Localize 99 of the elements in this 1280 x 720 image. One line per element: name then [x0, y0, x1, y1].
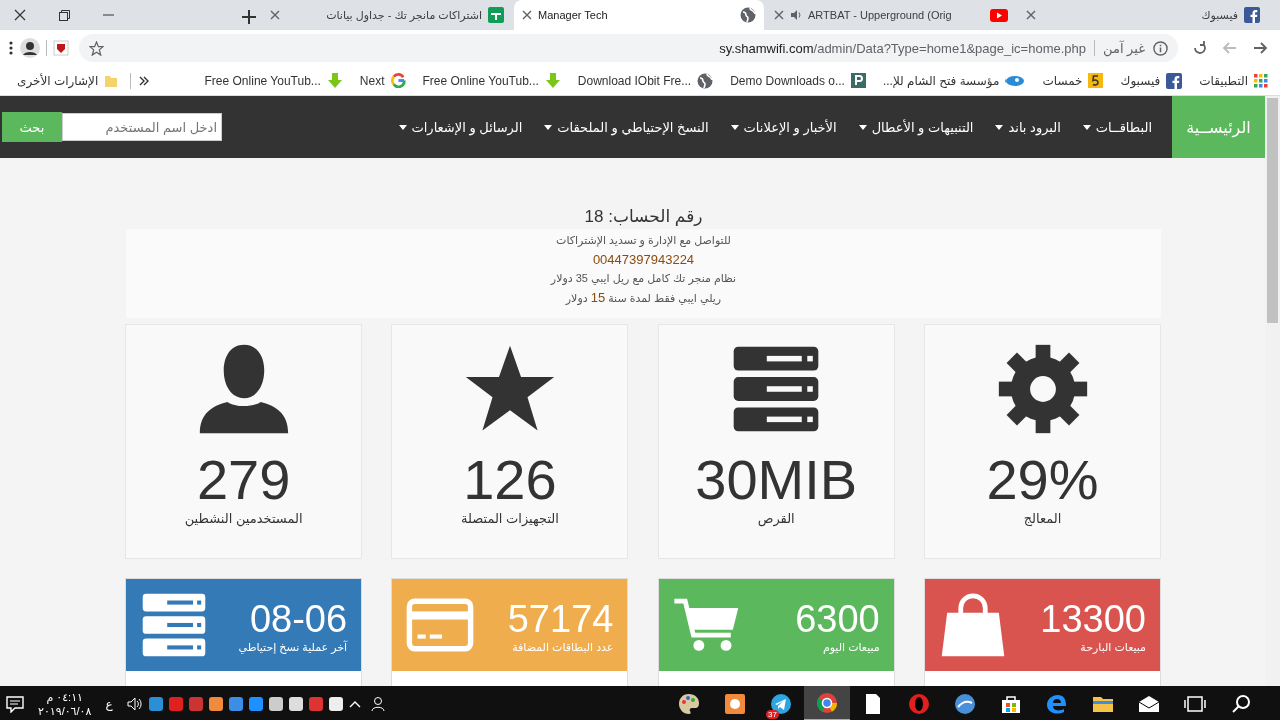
- tab-title: اشتراكات مانجر تك - جداول بيانات: [325, 8, 482, 22]
- chrome-icon: [815, 690, 839, 715]
- bookmark[interactable]: خمسات: [1038, 71, 1108, 90]
- browser-tab[interactable]: اشتراكات مانجر تك - جداول بيانات: [262, 0, 512, 30]
- bookmark[interactable]: فيسبوك: [1116, 70, 1187, 91]
- globe-icon: [697, 72, 714, 89]
- phone-number: 00447397943224: [591, 251, 696, 269]
- notification-icon[interactable]: [6, 694, 24, 713]
- tab-title: فيسبوك: [1200, 8, 1238, 22]
- number-logo-icon: [1088, 73, 1104, 88]
- bookmark-folder[interactable]: الإشارات الأخرى: [13, 71, 123, 90]
- info-icon: [1153, 40, 1168, 56]
- chevron-up-icon[interactable]: [348, 699, 361, 708]
- nav-menu-item[interactable]: البطاقــات: [1080, 119, 1154, 135]
- nav-menu-item[interactable]: الرسائل و الإشعارات: [396, 119, 525, 135]
- download-arrow-icon: [326, 72, 343, 89]
- tile-value: 6300: [795, 596, 880, 641]
- tab-title: ARTBAT - Upperground (Orig: [808, 9, 953, 21]
- close-icon[interactable]: [522, 10, 532, 20]
- security-label: غير آمن: [1103, 40, 1145, 56]
- nav-menu-item[interactable]: الأخبار و الإعلانات: [728, 119, 839, 135]
- info-text: للتواصل مع الإدارة و تسديد الإشتراكات: [555, 233, 732, 249]
- bookmark[interactable]: التطبيقات: [1195, 71, 1272, 90]
- new-tab-button[interactable]: [242, 10, 256, 24]
- palette-icon: [677, 691, 701, 716]
- browser-tab[interactable]: ARTBAT - Upperground (Orig: [766, 0, 1016, 30]
- plus-icon: [242, 10, 256, 24]
- download-arrow-icon: [544, 72, 561, 89]
- arrow-right-icon[interactable]: [1252, 40, 1268, 56]
- tray-icon[interactable]: [288, 696, 303, 711]
- tab-title: Manager Tech: [538, 9, 609, 21]
- tile-label: آخر عملية نسخ إحتياطي: [238, 640, 348, 654]
- spreadsheet-icon: [488, 7, 504, 23]
- stat-value: 279: [196, 449, 291, 511]
- shopping-bag-icon: [939, 591, 1007, 659]
- globe-icon: [740, 7, 756, 23]
- stat-value: 126: [463, 449, 557, 511]
- tray-icon[interactable]: [328, 696, 343, 711]
- close-icon[interactable]: [774, 10, 784, 20]
- paper-plane-icon: [769, 691, 793, 716]
- restore-icon[interactable]: [59, 9, 70, 21]
- account-number: رقم الحساب: 18: [583, 206, 704, 228]
- avatar-icon[interactable]: [20, 38, 40, 58]
- language-indicator[interactable]: ع: [105, 696, 113, 711]
- url-text: sy.shamwifi.com/admin/Data?Type=home1&page_ic=home.php: [719, 40, 1086, 56]
- tile-value: 57174: [507, 596, 614, 641]
- close-icon[interactable]: [270, 10, 280, 20]
- chevron-icon[interactable]: [139, 75, 150, 86]
- stat-label: التجهيزات المتصلة: [460, 511, 559, 526]
- square-app-icon: [723, 691, 747, 716]
- facebook-icon: [1166, 72, 1183, 89]
- tray-icon[interactable]: [268, 696, 283, 711]
- round-app-icon: [953, 691, 977, 716]
- bookmark[interactable]: Free Online YouTub...: [200, 70, 347, 91]
- fish-logo-icon: [1005, 73, 1026, 88]
- tile-label: عدد البطاقات المضافة: [512, 640, 614, 654]
- folder-icon: [104, 73, 119, 88]
- stat-label: القرص: [757, 511, 795, 526]
- nav-menu-item[interactable]: النسخ الإحتياطي و الملحقات: [542, 119, 711, 135]
- tile-value: 08-06: [249, 596, 348, 640]
- bookmark[interactable]: Download IObit Fre...: [573, 70, 718, 91]
- google-icon: [390, 73, 406, 88]
- bookmark[interactable]: مؤسسة فتح الشام للإ...: [878, 71, 1030, 90]
- tile-label: مبيعات اليوم: [822, 640, 880, 654]
- tray-icon[interactable]: [248, 696, 263, 711]
- play-icon: [990, 8, 1008, 22]
- menu-icon[interactable]: [8, 40, 14, 56]
- speaker-icon: [790, 9, 802, 21]
- stat-label: المستخدمين النشطين: [184, 511, 303, 526]
- stat-label: المعالج: [1023, 511, 1062, 526]
- bookmark[interactable]: Demo Downloads o...: [726, 71, 870, 90]
- nav-menu-item[interactable]: البرود باند: [993, 119, 1063, 135]
- scrollbar-thumb[interactable]: [1267, 98, 1278, 323]
- p-logo-icon: [850, 73, 866, 88]
- browser-tab[interactable]: فيسبوك: [1018, 0, 1268, 30]
- stat-value: 30MIB: [695, 449, 858, 511]
- taskbar-app[interactable]: 37: [758, 686, 804, 720]
- close-icon[interactable]: [14, 9, 26, 21]
- opera-icon: [907, 691, 931, 716]
- user-icon: [197, 343, 290, 435]
- tray-icon[interactable]: [208, 696, 223, 711]
- facebook-icon: [1244, 7, 1260, 23]
- search-field[interactable]: ادخل اسم المستخدم: [62, 113, 222, 141]
- apps-grid-icon: [1254, 73, 1268, 88]
- shield-extension-icon[interactable]: [53, 40, 69, 56]
- browser-tab[interactable]: Manager Tech: [514, 0, 764, 30]
- clock[interactable]: ٠٤:١١ م ٢٠١٩/٠٦/٠٨: [38, 689, 92, 718]
- gear-icon: [996, 343, 1089, 435]
- reload-icon[interactable]: [1192, 40, 1208, 56]
- bookmark[interactable]: Next: [355, 71, 410, 90]
- tile-label: مبيعات البارحة: [1080, 640, 1146, 654]
- stat-value: 29%: [986, 449, 1099, 511]
- volume-icon[interactable]: [126, 696, 143, 711]
- bookmark[interactable]: Free Online YouTub...: [418, 70, 565, 91]
- info-text: نظام منجر تك كامل مع ريل ايبي 35 دولار: [549, 271, 738, 287]
- tile-value: 13300: [1040, 596, 1146, 641]
- star-icon[interactable]: [89, 40, 104, 56]
- close-icon[interactable]: [1026, 10, 1036, 20]
- nav-menu-item[interactable]: التنبيهات و الأعطال: [856, 119, 976, 135]
